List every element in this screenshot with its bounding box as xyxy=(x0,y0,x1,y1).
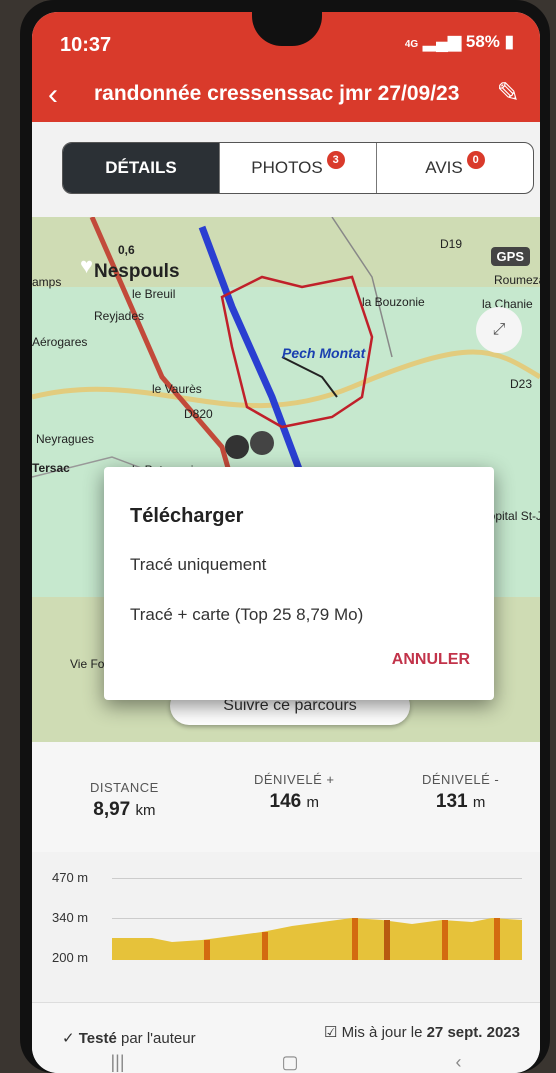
status-time: 10:37 xyxy=(60,34,112,56)
back-nav-icon[interactable]: ‹ xyxy=(456,1052,462,1073)
tested-label: Testé xyxy=(78,1030,117,1047)
gps-label: GPS xyxy=(496,249,524,264)
map-label: D23 xyxy=(510,377,533,391)
check-icon: ✓ xyxy=(62,1030,75,1047)
stat-elevation-gain: DÉNIVELÉ + 146 m xyxy=(254,772,335,813)
recent-apps-icon[interactable]: ||| xyxy=(110,1052,124,1073)
stats-panel: DISTANCE 8,97 km DÉNIVELÉ + 146 m DÉNIVE… xyxy=(32,742,540,852)
battery-icon: ▮ xyxy=(504,32,514,51)
photos-count-badge: 3 xyxy=(326,151,345,169)
map-label: Aérogares xyxy=(32,335,88,349)
edit-pencil-icon[interactable]: ✎ xyxy=(497,76,520,109)
map-label: Tersac xyxy=(32,461,70,475)
calendar-check-icon: ☑ xyxy=(323,1024,338,1041)
tab-photos-label: PHOTOS xyxy=(251,158,323,177)
map-label: Roumezat xyxy=(494,273,540,287)
camera-notch xyxy=(252,12,322,46)
elevation-tick: 200 m xyxy=(52,950,89,965)
download-track-only-option[interactable]: Tracé uniquement xyxy=(130,555,266,575)
home-icon[interactable]: ▢ xyxy=(282,1052,299,1073)
map-label: Pech Montat xyxy=(282,345,366,361)
stat-distance: DISTANCE 8,97 km xyxy=(90,780,159,821)
map-label: D19 xyxy=(440,237,463,251)
reviews-count-badge: 0 xyxy=(466,151,485,169)
app-bar: 10:37 4G ▂▄▆ 58% ▮ ‹ randonnée cressenss… xyxy=(32,12,540,122)
tab-details[interactable]: DÉTAILS xyxy=(63,143,220,193)
dialog-title: Télécharger xyxy=(130,505,244,527)
signal-icon: 4G xyxy=(404,39,419,50)
tab-photos[interactable]: PHOTOS 3 xyxy=(220,143,377,193)
gridline xyxy=(112,878,522,879)
stat-label: DÉNIVELÉ + xyxy=(254,772,335,787)
tab-details-label: DÉTAILS xyxy=(105,158,177,177)
signal-bars-icon: ▂▄▆ xyxy=(422,32,462,51)
elevation-tick: 340 m xyxy=(52,910,89,925)
map-label: le Vaurès xyxy=(152,382,202,396)
fullscreen-expand-icon[interactable]: ⤢ xyxy=(476,307,522,353)
page-title: randonnée cressenssac jmr 27/09/23 xyxy=(94,82,460,105)
system-nav-bar: ||| ▢ ‹ xyxy=(32,1052,540,1073)
elevation-profile: 470 m 340 m 200 m xyxy=(32,852,540,1002)
cancel-button[interactable]: ANNULER xyxy=(392,651,470,669)
map-label: amps xyxy=(32,275,62,289)
elevation-tick: 470 m xyxy=(52,870,89,885)
tab-bar: DÉTAILS PHOTOS 3 AVIS 0 xyxy=(62,142,534,194)
battery-percent: 58% xyxy=(465,32,500,51)
map-label: la Bouzonie xyxy=(362,295,425,309)
updated-prefix: Mis à jour le xyxy=(341,1024,423,1041)
favorite-heart-icon[interactable]: ♥ xyxy=(80,253,93,279)
stat-value: 146 m xyxy=(269,791,319,812)
stat-value: 131 m xyxy=(435,791,486,812)
tested-rest: par l'auteur xyxy=(121,1030,196,1047)
map-label: Neyragues xyxy=(36,432,95,446)
map-label: le Breuil xyxy=(132,287,176,301)
status-icons: 4G ▂▄▆ 58% ▮ xyxy=(405,32,514,52)
download-dialog: Télécharger Tracé uniquement Tracé + car… xyxy=(104,467,494,700)
tab-reviews[interactable]: AVIS 0 xyxy=(377,143,533,193)
stat-value: 8,97 km xyxy=(93,799,156,820)
updated-date-value: 27 sept. 2023 xyxy=(426,1024,520,1041)
phone-frame: 10:37 4G ▂▄▆ 58% ▮ ‹ randonnée cressenss… xyxy=(20,0,550,1073)
stat-label: DISTANCE xyxy=(90,780,159,795)
gps-button[interactable]: GPS xyxy=(490,247,530,266)
screen: 10:37 4G ▂▄▆ 58% ▮ ‹ randonnée cressenss… xyxy=(32,12,540,1073)
updated-date: ☑ Mis à jour le 27 sept. 2023 xyxy=(324,1023,520,1041)
map-label: Reyjades xyxy=(94,309,145,323)
back-arrow-icon[interactable]: ‹ xyxy=(48,78,58,112)
stat-label: DÉNIVELÉ - xyxy=(422,772,500,787)
map-label: Nespouls xyxy=(94,261,180,282)
map-label: D820 xyxy=(184,407,213,421)
stat-elevation-loss: DÉNIVELÉ - 131 m xyxy=(422,772,499,813)
tested-by-author: ✓ Testé par l'auteur xyxy=(62,1029,196,1047)
map-label: 0,6 xyxy=(118,243,135,257)
tab-reviews-label: AVIS xyxy=(425,158,463,177)
download-track-and-map-option[interactable]: Tracé + carte (Top 25 8,79 Mo) xyxy=(130,605,363,625)
elevation-chart xyxy=(112,918,522,960)
